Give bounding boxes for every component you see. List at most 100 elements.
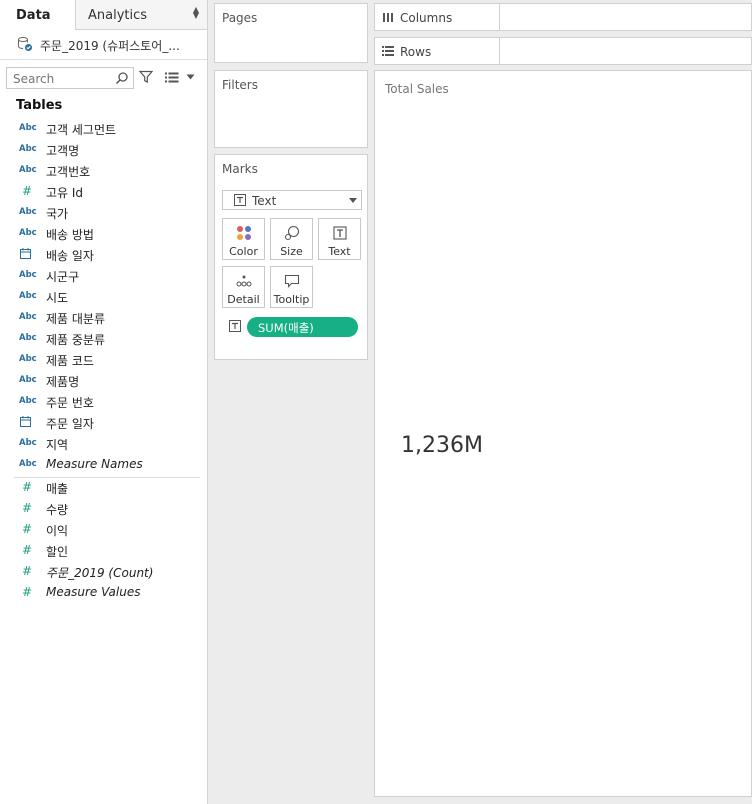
string-type-icon: Abc [19, 228, 37, 238]
field-item[interactable]: Abc 시도 [0, 287, 207, 308]
field-name: 매출 [46, 482, 69, 496]
field-item[interactable]: Abc 시군구 [0, 266, 207, 287]
string-type-icon: Abc [19, 207, 37, 217]
field-name: 배송 일자 [46, 249, 94, 263]
field-item[interactable]: Abc 제품명 [0, 371, 207, 392]
string-type-icon: Abc [19, 165, 37, 175]
field-name: Measure Values [46, 585, 141, 599]
field-name: 제품명 [46, 375, 80, 389]
field-item[interactable]: 주문 일자 [0, 413, 207, 434]
text-icon [333, 226, 347, 240]
text-mark-icon [234, 194, 246, 206]
marks-card: Marks Text Color Size Text Detail Toolti… [214, 154, 368, 360]
tab-analytics-label: Analytics [88, 8, 148, 23]
field-item[interactable]: # 주문_2019 (Count) [0, 562, 207, 583]
field-item[interactable]: Abc 배송 방법 [0, 224, 207, 245]
text-encoding-icon [229, 320, 241, 332]
rows-shelf[interactable]: Rows [374, 37, 752, 65]
string-type-icon: Abc [19, 291, 37, 301]
field-item[interactable]: Abc 고객번호 [0, 161, 207, 182]
mark-type-label: Text [252, 194, 277, 208]
field-name: 수량 [46, 503, 69, 517]
field-item[interactable]: Abc 고객명 [0, 140, 207, 161]
field-item[interactable]: Abc Measure Names [0, 455, 207, 476]
field-name: 지역 [46, 438, 69, 452]
view-options-caret-icon[interactable] [186, 74, 195, 80]
field-name: Measure Names [46, 457, 143, 471]
columns-shelf[interactable]: Columns [374, 3, 752, 31]
color-button[interactable]: Color [222, 218, 265, 260]
string-type-icon: Abc [19, 354, 37, 364]
field-item[interactable]: # Measure Values [0, 583, 207, 604]
field-item[interactable]: Abc 지역 [0, 434, 207, 455]
mark-type-dropdown[interactable]: Text [222, 190, 362, 210]
field-name: 고객번호 [46, 165, 91, 179]
field-item[interactable]: Abc 주문 번호 [0, 392, 207, 413]
size-button[interactable]: Size [270, 218, 313, 260]
list-view-icon[interactable] [165, 72, 179, 83]
pages-card[interactable]: Pages [214, 3, 368, 63]
columns-label: Columns [400, 11, 453, 25]
side-tabbar: Data Analytics ▲ ▼ [0, 0, 207, 30]
worksheet-view[interactable]: Total Sales 1,236M [374, 70, 752, 797]
string-type-icon: Abc [19, 375, 37, 385]
field-item[interactable]: # 할인 [0, 541, 207, 562]
field-name: 고객명 [46, 144, 80, 158]
string-type-icon: Abc [19, 396, 37, 406]
field-item[interactable]: # 이익 [0, 520, 207, 541]
tooltip-icon [284, 274, 300, 288]
rows-icon [382, 46, 394, 56]
chevron-down-icon [349, 198, 357, 203]
worksheet-title[interactable]: Total Sales [385, 82, 449, 96]
calendar-icon [20, 416, 31, 427]
text-button[interactable]: Text [318, 218, 361, 260]
columns-icon [383, 13, 393, 22]
filter-icon[interactable] [139, 70, 153, 84]
field-item[interactable]: Abc 국가 [0, 203, 207, 224]
rows-divider [499, 38, 500, 64]
string-type-icon: Abc [19, 438, 37, 448]
columns-divider [499, 4, 500, 30]
string-type-icon: Abc [19, 270, 37, 280]
field-name: 주문_2019 (Count) [46, 566, 154, 580]
field-name: 시군구 [46, 270, 80, 284]
total-sales-value[interactable]: 1,236M [401, 433, 483, 458]
number-type-icon: # [22, 543, 33, 557]
datasource-name: 주문_2019 (슈퍼스토어_... [40, 39, 180, 53]
search-icon[interactable] [115, 71, 129, 85]
string-type-icon: Abc [19, 312, 37, 322]
tooltip-button[interactable]: Tooltip [270, 266, 313, 308]
search-box [6, 67, 134, 89]
tab-data[interactable]: Data [0, 0, 76, 30]
field-item[interactable]: Abc 고객 세그먼트 [0, 119, 207, 140]
number-type-icon: # [22, 480, 33, 494]
sum-sales-pill[interactable]: SUM(매출) [247, 317, 358, 337]
tables-heading: Tables [16, 98, 63, 113]
search-input[interactable] [7, 69, 107, 89]
field-item[interactable]: Abc 제품 코드 [0, 350, 207, 371]
field-item[interactable]: # 고유 Id [0, 182, 207, 203]
field-item[interactable]: # 매출 [0, 478, 207, 499]
size-label: Size [280, 245, 303, 258]
field-item[interactable]: # 수량 [0, 499, 207, 520]
string-type-icon: Abc [19, 123, 37, 133]
field-item[interactable]: 배송 일자 [0, 245, 207, 266]
number-type-icon: # [22, 585, 33, 599]
field-name: 주문 번호 [46, 396, 94, 410]
field-name: 이익 [46, 524, 69, 538]
number-type-icon: # [22, 184, 33, 198]
filters-card[interactable]: Filters [214, 70, 368, 148]
detail-button[interactable]: Detail [222, 266, 265, 308]
color-icon [237, 226, 251, 240]
field-name: 국가 [46, 207, 69, 221]
tab-analytics[interactable]: Analytics ▲ ▼ [76, 0, 207, 30]
text-label: Text [328, 245, 351, 258]
field-item[interactable]: Abc 제품 중분류 [0, 329, 207, 350]
number-type-icon: # [22, 522, 33, 536]
data-pane: Data Analytics ▲ ▼ 주문_2019 (슈퍼스토어_... Se… [0, 0, 208, 804]
updown-arrows-icon[interactable]: ▲ ▼ [193, 6, 199, 20]
field-item[interactable]: Abc 제품 대분류 [0, 308, 207, 329]
datasource-item[interactable]: 주문_2019 (슈퍼스토어_... [0, 30, 207, 60]
rows-label: Rows [400, 45, 432, 59]
detail-icon [236, 275, 252, 287]
